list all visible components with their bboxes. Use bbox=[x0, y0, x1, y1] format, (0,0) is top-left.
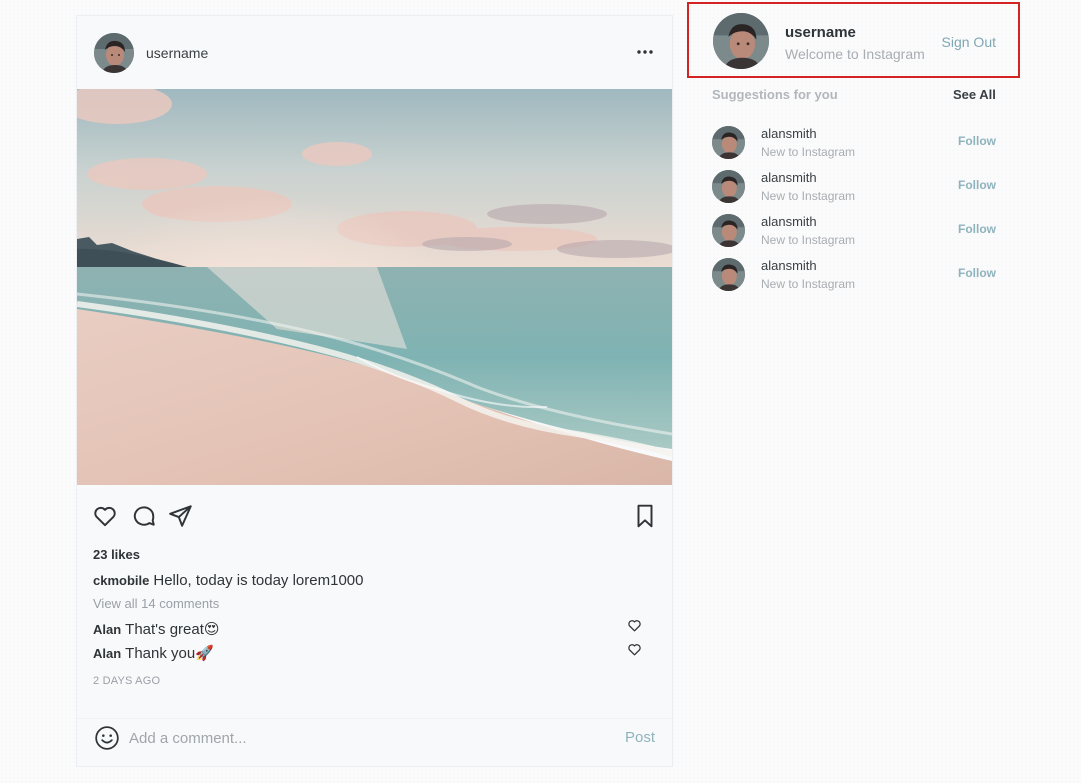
profile-subtitle: Welcome to Instagram bbox=[785, 46, 925, 62]
avatar-image bbox=[94, 32, 134, 73]
suggestion-avatar[interactable] bbox=[712, 258, 745, 291]
comment-icon[interactable] bbox=[131, 503, 157, 529]
likes-count[interactable]: 23 likes bbox=[93, 547, 140, 562]
caption-username[interactable]: ckmobile bbox=[93, 573, 149, 588]
suggestion-subtitle: New to Instagram bbox=[761, 233, 856, 247]
comment-text: Thank you🚀 bbox=[125, 645, 214, 662]
comment-text: That's great😍 bbox=[125, 621, 220, 638]
suggestions-title: Suggestions for you bbox=[712, 87, 838, 102]
suggestion-item: alansmith New to Instagram Follow bbox=[712, 214, 997, 250]
suggestion-avatar[interactable] bbox=[712, 126, 745, 159]
post-comment-button[interactable]: Post bbox=[625, 729, 655, 746]
send-icon[interactable] bbox=[168, 503, 194, 529]
suggestion-item: alansmith New to Instagram Follow bbox=[712, 170, 997, 206]
comment-username[interactable]: Alan bbox=[93, 622, 121, 637]
follow-button[interactable]: Follow bbox=[958, 266, 996, 280]
comment-input[interactable] bbox=[129, 726, 599, 750]
caption-text: Hello, today is today lorem1000 bbox=[153, 572, 364, 589]
comment-row: Alan That's great😍 bbox=[93, 620, 658, 638]
suggestion-username[interactable]: alansmith bbox=[761, 214, 817, 229]
comment-heart-icon[interactable] bbox=[627, 642, 642, 657]
post-timestamp: 2 DAYS AGO bbox=[93, 675, 161, 687]
avatar-image bbox=[712, 126, 745, 159]
avatar-image bbox=[712, 170, 745, 203]
comment-username[interactable]: Alan bbox=[93, 646, 121, 661]
post-caption: ckmobile Hello, today is today lorem1000 bbox=[93, 572, 363, 589]
suggestion-subtitle: New to Instagram bbox=[761, 277, 856, 291]
heart-icon[interactable] bbox=[92, 503, 118, 529]
post-card: username 23 likes ckmobile Hello, today … bbox=[76, 15, 673, 767]
suggestion-avatar[interactable] bbox=[712, 170, 745, 203]
avatar-image bbox=[713, 13, 769, 69]
suggestion-username[interactable]: alansmith bbox=[761, 126, 817, 141]
more-horizontal-icon[interactable] bbox=[635, 43, 655, 61]
bookmark-icon[interactable] bbox=[632, 503, 658, 529]
suggestion-item: alansmith New to Instagram Follow bbox=[712, 126, 997, 162]
post-actions bbox=[77, 499, 672, 533]
suggestion-avatar[interactable] bbox=[712, 214, 745, 247]
avatar-image bbox=[712, 258, 745, 291]
add-comment-bar: Post bbox=[77, 718, 672, 759]
see-all-link[interactable]: See All bbox=[953, 87, 996, 102]
comment-row: Alan Thank you🚀 bbox=[93, 644, 658, 662]
follow-button[interactable]: Follow bbox=[958, 222, 996, 236]
suggestion-username[interactable]: alansmith bbox=[761, 170, 817, 185]
emoji-icon[interactable] bbox=[94, 725, 120, 751]
suggestion-subtitle: New to Instagram bbox=[761, 145, 856, 159]
current-user-profile: username Welcome to Instagram Sign Out bbox=[687, 2, 1020, 78]
current-user-avatar[interactable] bbox=[713, 13, 769, 69]
comment-heart-icon[interactable] bbox=[627, 618, 642, 633]
post-header: username bbox=[77, 16, 672, 89]
view-all-comments-link[interactable]: View all 14 comments bbox=[93, 596, 219, 611]
post-image[interactable] bbox=[77, 89, 672, 485]
avatar-image bbox=[712, 214, 745, 247]
suggestion-item: alansmith New to Instagram Follow bbox=[712, 258, 997, 294]
post-author-avatar[interactable] bbox=[94, 32, 134, 73]
post-username[interactable]: username bbox=[146, 45, 208, 61]
follow-button[interactable]: Follow bbox=[958, 178, 996, 192]
current-username[interactable]: username bbox=[785, 24, 856, 41]
suggestion-username[interactable]: alansmith bbox=[761, 258, 817, 273]
follow-button[interactable]: Follow bbox=[958, 134, 996, 148]
suggestion-subtitle: New to Instagram bbox=[761, 189, 856, 203]
sign-out-button[interactable]: Sign Out bbox=[942, 34, 996, 50]
